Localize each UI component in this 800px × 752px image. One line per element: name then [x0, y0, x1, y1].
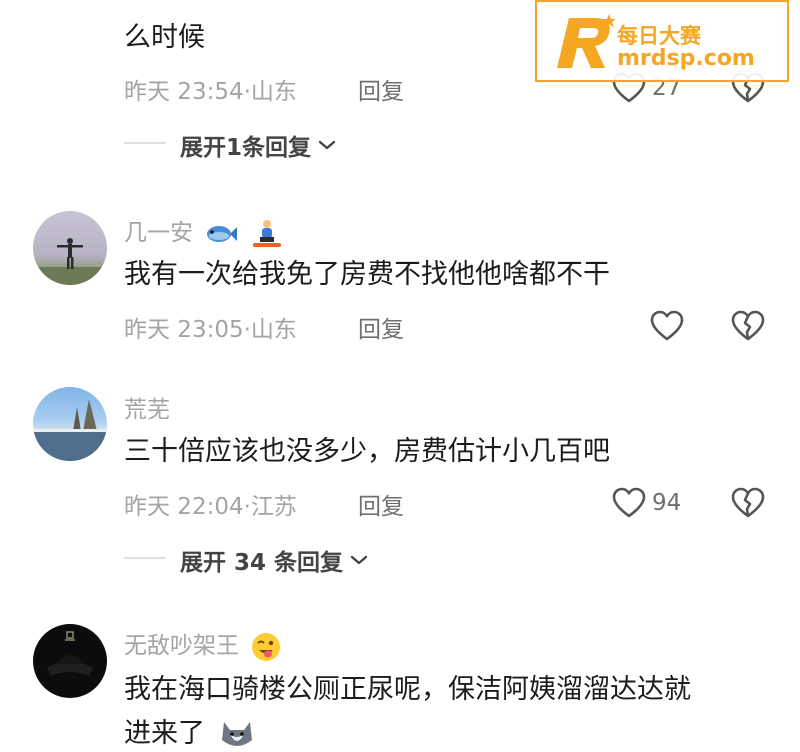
heart-icon — [650, 310, 684, 341]
comment-meta: 昨天 23:05·山东 — [124, 310, 297, 344]
username-text: 几一安 — [124, 220, 193, 246]
comment-meta: 昨天 22:04·江苏 — [124, 487, 297, 521]
expand-divider — [124, 142, 166, 144]
comment-location: 江苏 — [250, 494, 297, 520]
comment-text: 我有一次给我免了房费不找他他啥都不干 — [124, 259, 610, 290]
username-text: 无敌吵架王 — [124, 633, 239, 659]
comment-text-line1: 我在海口骑楼公厕正尿呢，保洁阿姨溜溜达达就 — [124, 674, 691, 705]
comment-time: 昨天 22:04 — [124, 494, 244, 520]
winking-tongue-emoji-icon — [252, 632, 281, 661]
username[interactable]: 无敌吵架王 — [124, 626, 282, 663]
heart-icon — [612, 487, 646, 518]
dislike-button[interactable] — [731, 483, 765, 523]
meta-separator: · — [243, 317, 251, 343]
username-text: 荒芜 — [124, 397, 170, 423]
snowboarder-emoji-icon — [252, 219, 281, 247]
husky-emoji-icon — [221, 721, 252, 746]
reply-button[interactable]: 回复 — [358, 487, 404, 521]
chevron-down-icon — [350, 555, 368, 565]
avatar[interactable] — [33, 624, 107, 698]
expand-replies-button[interactable]: 展开 34 条回复 — [180, 543, 369, 577]
avatar[interactable] — [33, 211, 107, 285]
expand-divider — [124, 557, 166, 559]
watermark: 每日大赛 mrdsp.com — [535, 0, 789, 82]
comment-text-line2: 么时候 — [124, 22, 205, 53]
comment-time: 昨天 23:54 — [124, 79, 244, 105]
comment-time: 昨天 23:05 — [124, 317, 244, 343]
like-button[interactable]: 94 — [612, 483, 681, 523]
broken-heart-icon — [731, 310, 765, 341]
username[interactable]: 几一安 — [124, 213, 284, 251]
comment-meta: 昨天 23:54·山东 — [124, 72, 297, 106]
like-count: 94 — [652, 490, 682, 516]
meta-separator: · — [243, 494, 251, 520]
avatar[interactable] — [33, 387, 107, 461]
comment-text: 三十倍应该也没多少，房费估计小几百吧 — [124, 436, 610, 467]
watermark-logo-icon — [557, 14, 616, 68]
dislike-button[interactable] — [731, 306, 765, 346]
expand-replies-label: 展开 34 条回复 — [180, 550, 344, 576]
comment-text-line2-text: 进来了 — [124, 718, 205, 749]
username[interactable]: 荒芜 — [124, 390, 170, 424]
reply-button[interactable]: 回复 — [358, 72, 404, 106]
meta-separator: · — [243, 79, 251, 105]
reply-button[interactable]: 回复 — [358, 310, 404, 344]
fish-emoji-icon — [207, 225, 238, 242]
watermark-url: mrdsp.com — [617, 46, 755, 71]
comment-text-line2: 进来了 — [124, 716, 256, 752]
chevron-down-icon — [318, 140, 336, 150]
expand-replies-label: 展开1条回复 — [180, 135, 312, 161]
comment-location: 山东 — [250, 79, 297, 105]
comment-location: 山东 — [250, 317, 297, 343]
broken-heart-icon — [731, 487, 765, 518]
expand-replies-button[interactable]: 展开1条回复 — [180, 128, 337, 162]
like-button[interactable] — [650, 306, 684, 346]
